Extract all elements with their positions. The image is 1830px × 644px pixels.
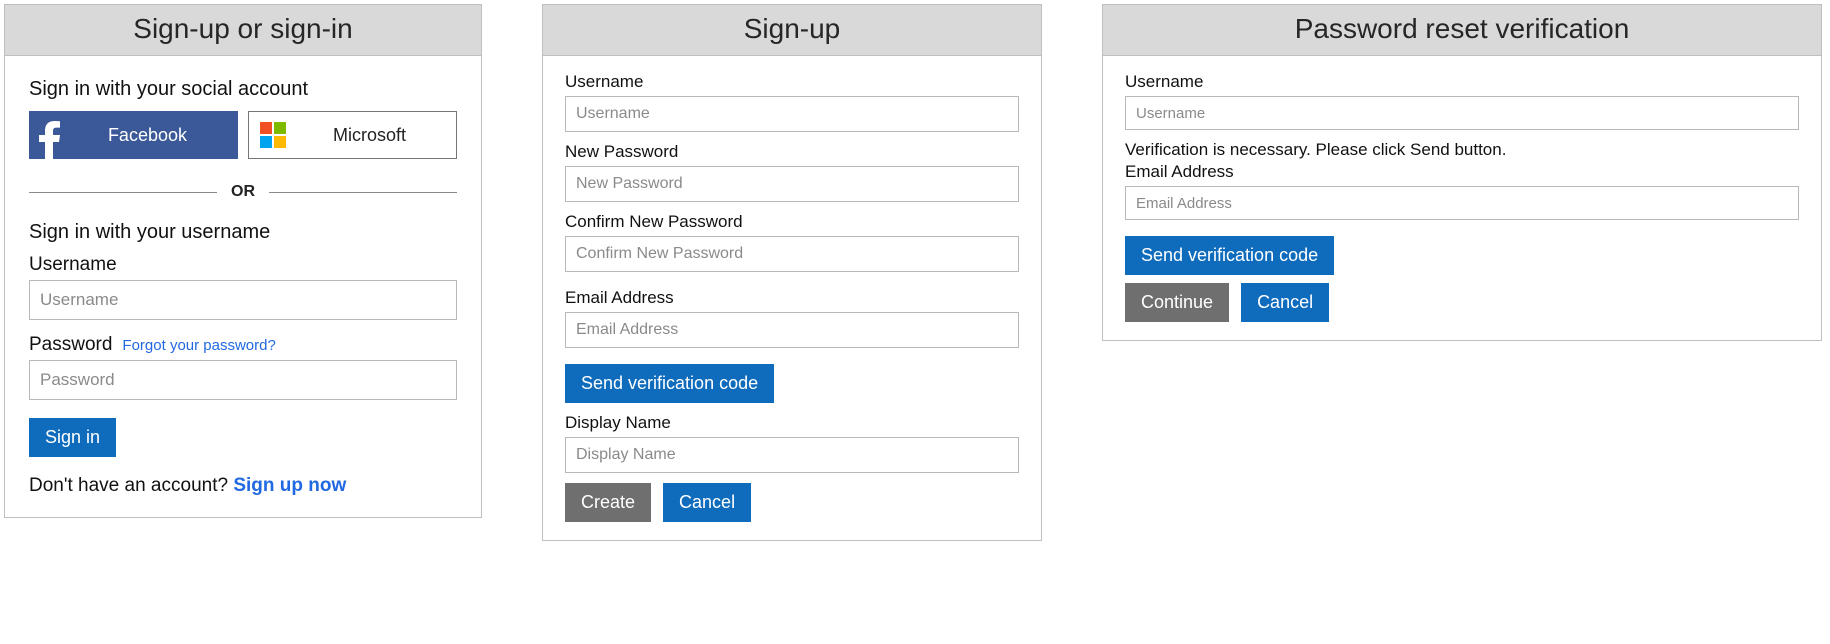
reset-verify-message: Verification is necessary. Please click … xyxy=(1125,140,1799,160)
reset-panel: Password reset verification Username Ver… xyxy=(1102,4,1822,341)
reset-cancel-button[interactable]: Cancel xyxy=(1241,283,1329,322)
microsoft-button[interactable]: Microsoft xyxy=(248,111,457,159)
signup-newpw-input[interactable] xyxy=(565,166,1019,202)
facebook-button[interactable]: Facebook xyxy=(29,111,238,159)
microsoft-label: Microsoft xyxy=(297,125,456,146)
signin-username-label: Username xyxy=(29,254,117,276)
or-text: OR xyxy=(217,183,269,201)
reset-email-input[interactable] xyxy=(1125,186,1799,220)
forgot-password-link[interactable]: Forgot your password? xyxy=(122,337,275,354)
no-account-line: Don't have an account? Sign up now xyxy=(29,475,457,497)
signup-display-label: Display Name xyxy=(565,413,1019,433)
microsoft-icon xyxy=(249,112,297,158)
facebook-label: Facebook xyxy=(71,125,238,146)
local-signin-heading: Sign in with your username xyxy=(29,221,457,244)
reset-continue-button[interactable]: Continue xyxy=(1125,283,1229,322)
signup-username-label: Username xyxy=(565,72,1019,92)
reset-send-code-button[interactable]: Send verification code xyxy=(1125,236,1334,275)
signin-title: Sign-up or sign-in xyxy=(5,5,481,56)
signin-panel: Sign-up or sign-in Sign in with your soc… xyxy=(4,4,482,518)
reset-email-label: Email Address xyxy=(1125,162,1799,182)
signup-now-link[interactable]: Sign up now xyxy=(233,475,346,496)
signin-button[interactable]: Sign in xyxy=(29,418,116,457)
signup-send-code-button[interactable]: Send verification code xyxy=(565,364,774,403)
reset-username-input[interactable] xyxy=(1125,96,1799,130)
social-signin-heading: Sign in with your social account xyxy=(29,78,457,101)
signin-password-label: Password xyxy=(29,334,112,356)
signup-confirmpw-input[interactable] xyxy=(565,236,1019,272)
signup-email-input[interactable] xyxy=(565,312,1019,348)
signin-username-input[interactable] xyxy=(29,280,457,320)
signup-username-input[interactable] xyxy=(565,96,1019,132)
signup-confirmpw-label: Confirm New Password xyxy=(565,212,1019,232)
signin-password-input[interactable] xyxy=(29,360,457,400)
no-account-text: Don't have an account? xyxy=(29,475,233,496)
reset-title: Password reset verification xyxy=(1103,5,1821,56)
signup-panel: Sign-up Username New Password Confirm Ne… xyxy=(542,4,1042,541)
or-divider: OR xyxy=(29,183,457,201)
signup-display-input[interactable] xyxy=(565,437,1019,473)
signup-cancel-button[interactable]: Cancel xyxy=(663,483,751,522)
signup-title: Sign-up xyxy=(543,5,1041,56)
signup-email-label: Email Address xyxy=(565,288,1019,308)
facebook-icon xyxy=(29,111,71,159)
signup-create-button[interactable]: Create xyxy=(565,483,651,522)
reset-username-label: Username xyxy=(1125,72,1799,92)
signup-newpw-label: New Password xyxy=(565,142,1019,162)
